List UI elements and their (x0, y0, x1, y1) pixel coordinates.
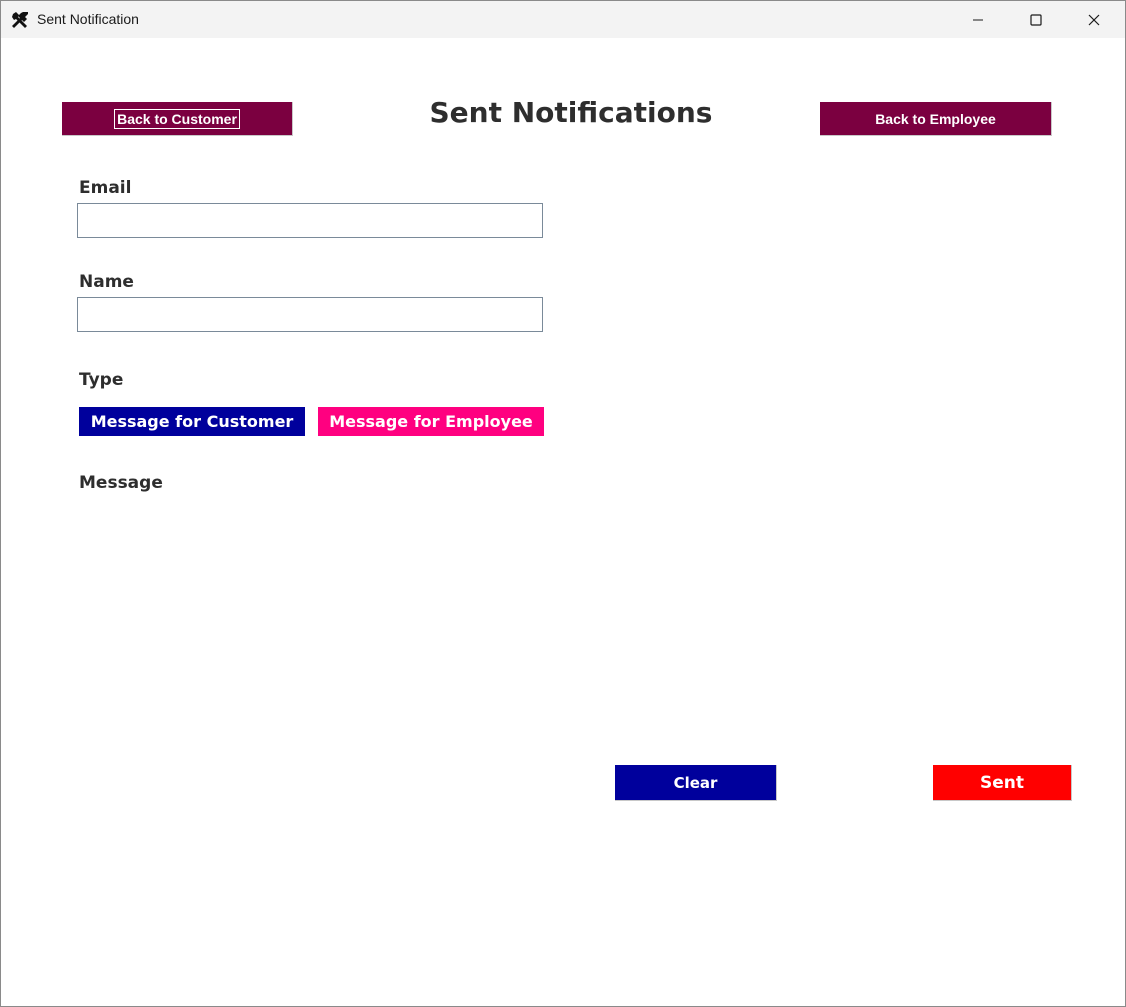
tools-icon (11, 11, 29, 29)
minimize-button[interactable] (949, 1, 1007, 38)
clear-label: Clear (673, 773, 718, 792)
sent-label: Sent (979, 772, 1024, 793)
close-button[interactable] (1065, 1, 1123, 38)
maximize-button[interactable] (1007, 1, 1065, 38)
message-for-customer-label: Message for Customer (90, 412, 294, 431)
sent-button[interactable]: Sent (933, 765, 1072, 801)
message-label: Message (79, 473, 163, 493)
back-to-employee-label: Back to Employee (875, 110, 996, 127)
email-label: Email (79, 178, 132, 198)
back-to-employee-button[interactable]: Back to Employee (820, 102, 1052, 136)
title-bar[interactable]: Sent Notification (1, 1, 1125, 38)
page-title: Sent Notifications (429, 96, 713, 129)
close-icon (1088, 14, 1100, 26)
name-label: Name (79, 272, 134, 292)
back-to-customer-button[interactable]: Back to Customer (62, 102, 293, 136)
maximize-icon (1030, 13, 1042, 26)
window-title: Sent Notification (37, 11, 139, 27)
message-for-customer-button[interactable]: Message for Customer (79, 407, 305, 436)
name-field[interactable] (77, 297, 543, 332)
back-to-customer-label: Back to Customer (114, 108, 240, 129)
clear-button[interactable]: Clear (615, 765, 777, 801)
email-field[interactable] (77, 203, 543, 238)
message-for-employee-label: Message for Employee (329, 412, 533, 431)
minimize-icon (972, 14, 984, 26)
type-label: Type (79, 370, 124, 390)
message-for-employee-button[interactable]: Message for Employee (318, 407, 544, 436)
app-window: Sent Notification Back to Customer Sent … (0, 0, 1126, 1007)
